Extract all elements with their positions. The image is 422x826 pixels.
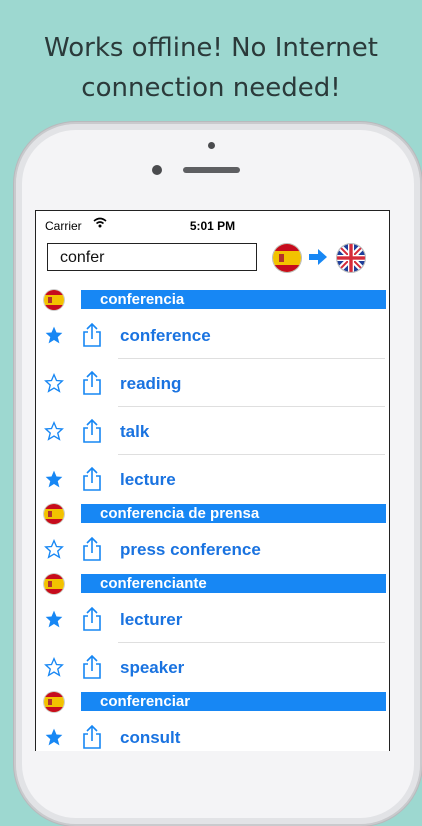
star-filled-icon[interactable] [44,469,64,494]
translation-text[interactable]: consult [120,728,180,748]
share-icon[interactable] [81,418,103,449]
star-filled-icon[interactable] [44,727,64,751]
clock: 5:01 PM [189,219,236,233]
translation-text[interactable]: reading [120,374,181,394]
spain-flag-icon [44,504,64,524]
status-bar: Carrier 5:01 PM [36,211,389,239]
translation-text[interactable]: lecturer [120,610,182,630]
spain-flag-icon [44,290,64,310]
search-input[interactable]: confer [47,243,257,271]
phone-sensor [208,142,215,149]
share-icon[interactable] [81,606,103,637]
section-header: conferencia [36,289,389,311]
translation-text[interactable]: conference [120,326,211,346]
star-outline-icon[interactable] [44,420,64,446]
spain-flag-icon[interactable] [273,244,301,272]
spain-flag-icon [44,692,64,712]
search-row: confer [36,241,389,281]
translation-row[interactable]: reading [36,359,389,407]
translation-row[interactable]: speaker [36,643,389,691]
star-outline-icon[interactable] [44,656,64,682]
share-icon[interactable] [81,322,103,353]
share-icon[interactable] [81,654,103,685]
direction-arrow-icon[interactable] [309,249,327,270]
share-icon[interactable] [81,724,103,751]
section-header: conferencia de prensa [36,503,389,525]
share-icon[interactable] [81,370,103,401]
translation-row[interactable]: consult [36,713,389,751]
star-outline-icon[interactable] [44,538,64,564]
headword-label[interactable]: conferenciante [81,574,386,593]
section-header: conferenciar [36,691,389,713]
translation-text[interactable]: speaker [120,658,184,678]
translation-row[interactable]: lecturer [36,595,389,643]
translation-text[interactable]: press conference [120,540,261,560]
translation-row[interactable]: lecture [36,455,389,503]
translation-text[interactable]: lecture [120,470,176,490]
star-outline-icon[interactable] [44,372,64,398]
star-filled-icon[interactable] [44,609,64,634]
headword-label[interactable]: conferencia [81,290,386,309]
app-screen: Carrier 5:01 PM confer conferencia confe… [35,210,390,751]
share-icon[interactable] [81,466,103,497]
translation-row[interactable]: talk [36,407,389,455]
headword-label[interactable]: conferencia de prensa [81,504,386,523]
headword-label[interactable]: conferenciar [81,692,386,711]
spain-flag-icon [44,574,64,594]
uk-flag-icon[interactable] [337,244,365,272]
share-icon[interactable] [81,536,103,567]
star-filled-icon[interactable] [44,325,64,350]
promo-line-2: connection needed! [81,73,341,103]
phone-speaker [183,167,240,173]
section-header: conferenciante [36,573,389,595]
promo-headline: Works offline! No Internet connection ne… [0,28,422,108]
translation-text[interactable]: talk [120,422,149,442]
phone-camera [152,165,162,175]
promo-line-1: Works offline! No Internet [44,33,378,63]
translation-row[interactable]: press conference [36,525,389,573]
translation-row[interactable]: conference [36,311,389,359]
